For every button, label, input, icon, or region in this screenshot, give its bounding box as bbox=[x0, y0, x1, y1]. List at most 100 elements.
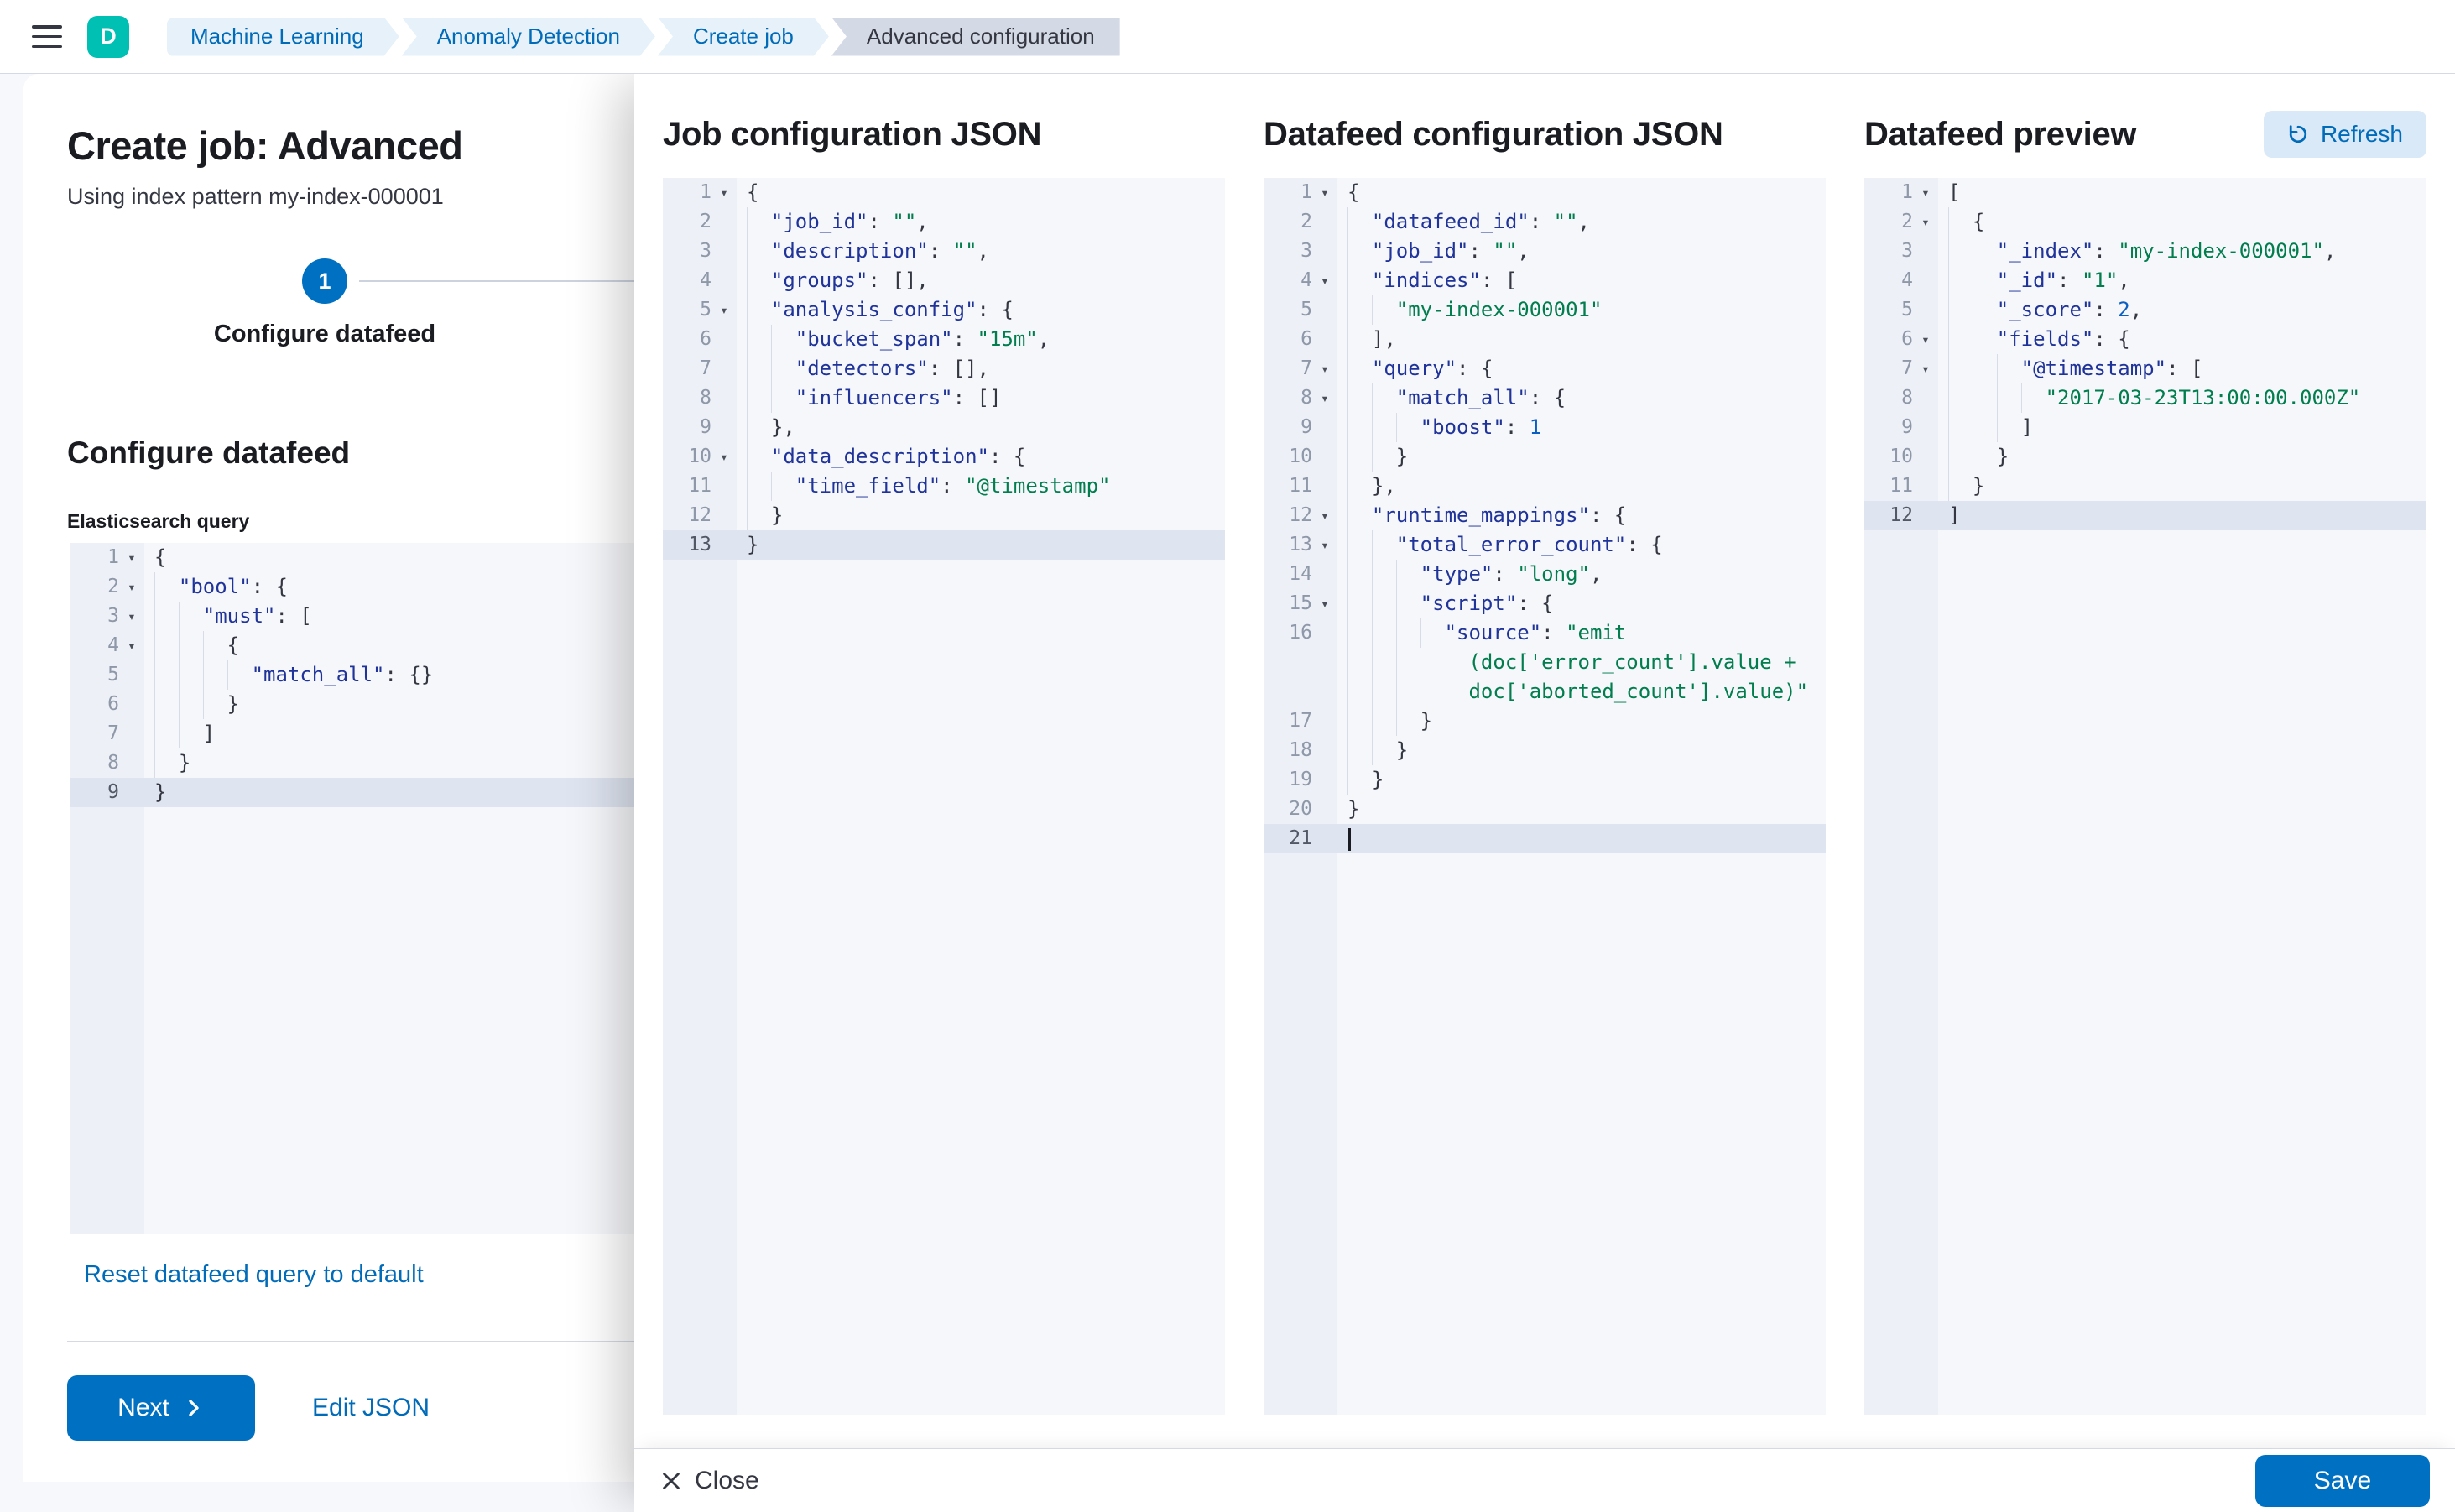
code-line: 2▾"bool": { bbox=[70, 572, 721, 602]
code-text: "bool": { bbox=[144, 572, 288, 602]
fold-toggle-icon[interactable]: ▾ bbox=[119, 543, 144, 572]
fold-gutter bbox=[711, 472, 737, 501]
code-text: doc['aborted_count'].value)" bbox=[1337, 677, 1808, 706]
fold-gutter bbox=[119, 660, 144, 690]
line-number: 3 bbox=[1864, 237, 1913, 266]
code-line: 8"2017-03-23T13:00:00.000Z" bbox=[1864, 383, 2426, 413]
code-text: "boost": 1 bbox=[1337, 413, 1541, 442]
code-line: 11}, bbox=[1264, 472, 1826, 501]
line-number: 21 bbox=[1264, 824, 1312, 853]
fold-toggle-icon[interactable]: ▾ bbox=[1312, 383, 1337, 413]
refresh-icon bbox=[2287, 123, 2309, 145]
menu-toggle-button[interactable] bbox=[32, 25, 62, 48]
fold-toggle-icon[interactable]: ▾ bbox=[1312, 354, 1337, 383]
code-line: 15▾"script": { bbox=[1264, 589, 1826, 618]
line-number: 9 bbox=[70, 778, 119, 807]
code-line: 9] bbox=[1864, 413, 2426, 442]
line-number: 18 bbox=[1264, 736, 1312, 765]
code-line: 7"detectors": [], bbox=[663, 354, 1225, 383]
code-text: { bbox=[1938, 207, 1984, 237]
fold-toggle-icon[interactable]: ▾ bbox=[119, 572, 144, 602]
fold-gutter bbox=[711, 266, 737, 295]
fold-toggle-icon[interactable]: ▾ bbox=[1312, 589, 1337, 618]
fold-toggle-icon[interactable]: ▾ bbox=[119, 602, 144, 631]
line-number: 4 bbox=[1864, 266, 1913, 295]
save-button[interactable]: Save bbox=[2255, 1455, 2430, 1507]
fold-toggle-icon[interactable]: ▾ bbox=[1913, 325, 1938, 354]
fold-toggle-icon[interactable]: ▾ bbox=[1312, 178, 1337, 207]
breadcrumb-anomaly-detection[interactable]: Anomaly Detection bbox=[402, 18, 655, 56]
fold-gutter bbox=[119, 778, 144, 807]
text-cursor bbox=[1348, 828, 1351, 851]
line-number: 7 bbox=[663, 354, 711, 383]
line-number: 9 bbox=[1864, 413, 1913, 442]
code-line: 13▾"total_error_count": { bbox=[1264, 530, 1826, 560]
fold-toggle-icon[interactable]: ▾ bbox=[1913, 178, 1938, 207]
line-number: 6 bbox=[1864, 325, 1913, 354]
code-line: doc['aborted_count'].value)" bbox=[1264, 677, 1826, 706]
line-number: 1 bbox=[1864, 178, 1913, 207]
close-icon bbox=[659, 1469, 683, 1493]
next-button[interactable]: Next bbox=[67, 1375, 255, 1441]
line-number: 8 bbox=[70, 748, 119, 778]
line-number: 4 bbox=[1264, 266, 1312, 295]
code-line: 11"time_field": "@timestamp" bbox=[663, 472, 1225, 501]
code-text: "_id": "1", bbox=[1938, 266, 2130, 295]
job-config-editor[interactable]: 1▾{2"job_id": "",3"description": "",4"gr… bbox=[663, 178, 1225, 1415]
breadcrumb-machine-learning[interactable]: Machine Learning bbox=[167, 18, 399, 56]
code-text: "fields": { bbox=[1938, 325, 2130, 354]
code-line: 12} bbox=[663, 501, 1225, 530]
line-number: 2 bbox=[663, 207, 711, 237]
fold-gutter bbox=[711, 207, 737, 237]
line-number: 5 bbox=[663, 295, 711, 325]
fold-toggle-icon[interactable]: ▾ bbox=[711, 178, 737, 207]
line-number: 6 bbox=[70, 690, 119, 719]
es-query-editor[interactable]: 1▾{2▾"bool": {3▾"must": [4▾{5"match_all"… bbox=[70, 543, 721, 1234]
code-text: "analysis_config": { bbox=[737, 295, 1014, 325]
flyout-body: Job configuration JSON 1▾{2"job_id": "",… bbox=[634, 74, 2455, 1448]
code-text: (doc['error_count'].value + bbox=[1337, 648, 1796, 677]
chevron-right-icon bbox=[183, 1397, 205, 1419]
datafeed-preview-editor[interactable]: 1▾[2▾{3"_index": "my-index-000001",4"_id… bbox=[1864, 178, 2426, 1415]
datafeed-config-heading: Datafeed configuration JSON bbox=[1264, 112, 1723, 156]
fold-toggle-icon[interactable]: ▾ bbox=[711, 295, 737, 325]
fold-toggle-icon[interactable]: ▾ bbox=[1913, 207, 1938, 237]
fold-toggle-icon[interactable]: ▾ bbox=[1913, 354, 1938, 383]
line-number: 6 bbox=[1264, 325, 1312, 354]
fold-gutter bbox=[711, 354, 737, 383]
fold-gutter bbox=[711, 413, 737, 442]
fold-gutter bbox=[711, 237, 737, 266]
close-flyout-button[interactable]: Close bbox=[659, 1467, 759, 1495]
datafeed-preview-heading: Datafeed preview bbox=[1864, 112, 2136, 156]
line-number: 2 bbox=[1864, 207, 1913, 237]
reset-datafeed-query-link[interactable]: Reset datafeed query to default bbox=[84, 1261, 424, 1289]
fold-toggle-icon[interactable]: ▾ bbox=[1312, 530, 1337, 560]
job-config-column: Job configuration JSON 1▾{2"job_id": "",… bbox=[663, 111, 1225, 1415]
fold-gutter bbox=[119, 719, 144, 748]
code-text: } bbox=[1337, 736, 1408, 765]
line-number: 3 bbox=[1264, 237, 1312, 266]
code-text: "@timestamp": [ bbox=[1938, 354, 2202, 383]
datafeed-config-editor[interactable]: 1▾{2"datafeed_id": "",3"job_id": "",4▾"i… bbox=[1264, 178, 1826, 1415]
code-text: "script": { bbox=[1337, 589, 1554, 618]
code-line: 12] bbox=[1864, 501, 2426, 530]
code-line: 19} bbox=[1264, 765, 1826, 795]
code-text: } bbox=[737, 530, 758, 560]
edit-json-flyout: Job configuration JSON 1▾{2"job_id": "",… bbox=[634, 74, 2455, 1512]
code-text: } bbox=[1938, 472, 1984, 501]
space-avatar[interactable]: D bbox=[87, 16, 129, 58]
fold-toggle-icon[interactable]: ▾ bbox=[1312, 501, 1337, 530]
datafeed-config-column: Datafeed configuration JSON 1▾{2"datafee… bbox=[1264, 111, 1826, 1415]
breadcrumb-create-job[interactable]: Create job bbox=[658, 18, 829, 56]
code-text: } bbox=[144, 778, 166, 807]
step-1-circle[interactable]: 1 bbox=[302, 258, 347, 304]
fold-toggle-icon[interactable]: ▾ bbox=[119, 631, 144, 660]
code-text bbox=[1337, 824, 1351, 853]
code-line: 7▾"@timestamp": [ bbox=[1864, 354, 2426, 383]
edit-json-link[interactable]: Edit JSON bbox=[312, 1394, 430, 1422]
fold-toggle-icon[interactable]: ▾ bbox=[711, 442, 737, 472]
code-line: 5"my-index-000001" bbox=[1264, 295, 1826, 325]
refresh-button[interactable]: Refresh bbox=[2264, 111, 2426, 158]
fold-gutter bbox=[1312, 824, 1337, 853]
fold-toggle-icon[interactable]: ▾ bbox=[1312, 266, 1337, 295]
